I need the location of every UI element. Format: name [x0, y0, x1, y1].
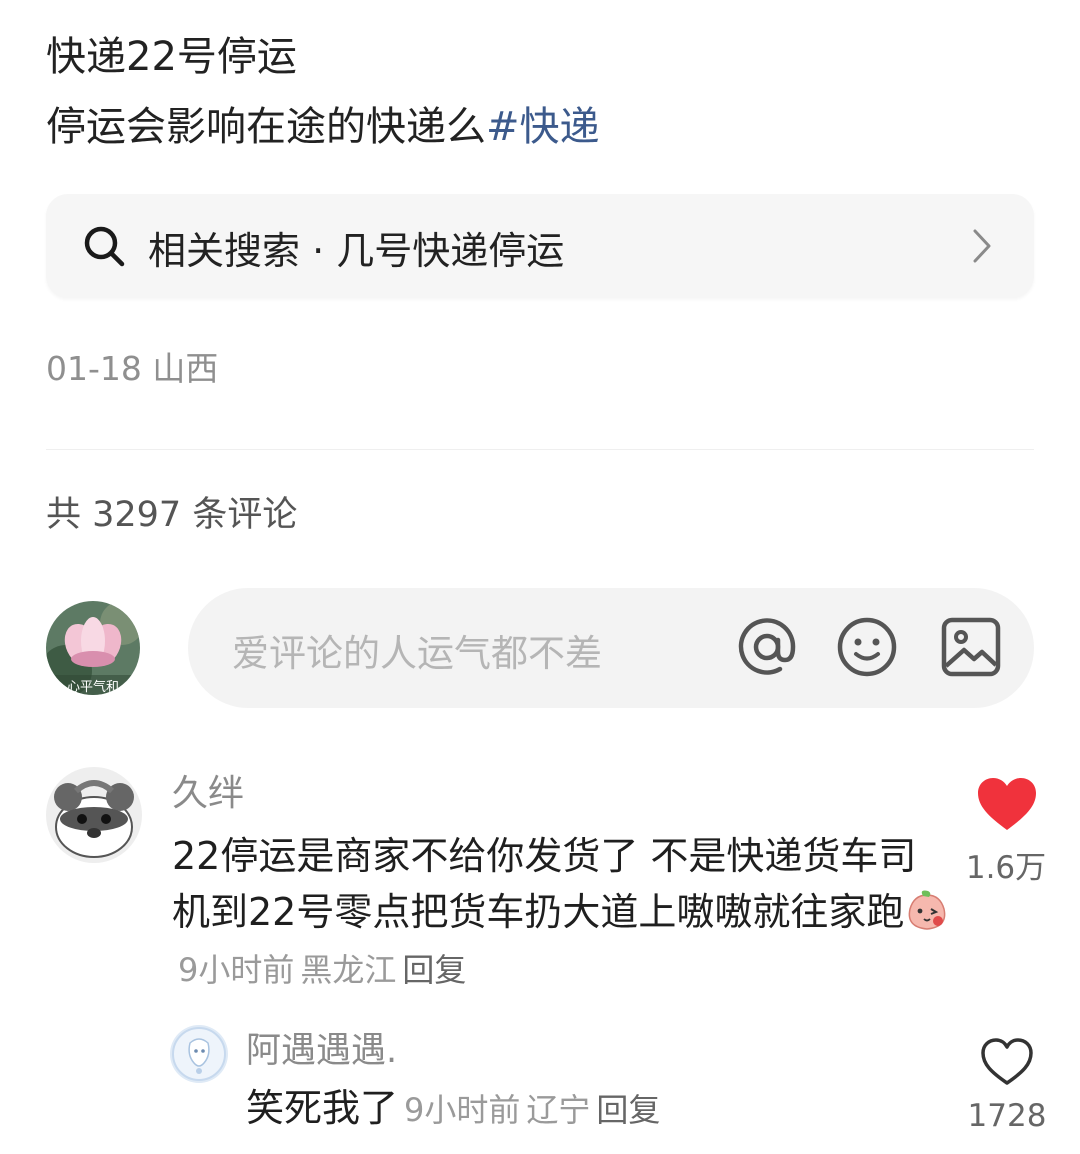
reply-location: 辽宁 — [526, 1091, 591, 1129]
like-count: 1.6万 — [965, 850, 1047, 886]
at-icon[interactable] — [736, 616, 798, 678]
reply-button[interactable]: 回复 — [596, 1091, 660, 1129]
commenter-avatar[interactable] — [46, 767, 142, 863]
comment-input-placeholder: 爱评论的人运气都不差 — [232, 632, 602, 675]
comment-count: 共 3297 条评论 — [46, 495, 298, 535]
reply-body: 笑死我了 9小时前 辽宁 回复 — [246, 1080, 660, 1138]
post-meta: 01-18 山西 — [46, 342, 218, 390]
chevron-right-icon — [973, 229, 991, 263]
my-avatar[interactable]: 心平气和 — [46, 601, 140, 695]
avatar-caption: 心平气和 — [67, 679, 119, 695]
image-icon[interactable] — [940, 616, 1002, 678]
comment-location: 黑龙江 — [300, 951, 397, 989]
post-body: 停运会影响在途的快递么#快递 — [46, 94, 600, 152]
like-count: 1728 — [967, 1098, 1047, 1134]
hashtag-link[interactable]: #快递 — [486, 104, 600, 150]
post-title: 快递22号停运 — [46, 34, 297, 80]
search-icon — [84, 226, 125, 267]
related-search-bar[interactable]: 相关搜索 · 几号快递停运 — [46, 194, 1034, 298]
replier-name[interactable]: 阿遇遇遇. — [246, 1022, 397, 1073]
comment-input[interactable]: 爱评论的人运气都不差 — [188, 588, 1034, 708]
related-search-label: 相关搜索 · 几号快递停运 — [148, 229, 565, 273]
heart-outline-icon[interactable] — [980, 1037, 1034, 1087]
replier-avatar[interactable] — [170, 1025, 228, 1083]
commenter-name[interactable]: 久绊 — [172, 764, 244, 816]
divider — [46, 449, 1034, 450]
comment-time: 9小时前 — [178, 951, 295, 989]
heart-filled-icon[interactable] — [976, 776, 1038, 832]
blushing-peach-emoji-icon — [909, 890, 946, 930]
comment-text: 22停运是商家不给你发货了 不是快递货车司机到22号零点把货车扔大道上嗷嗷就往家… — [172, 834, 917, 934]
emoji-icon[interactable] — [836, 616, 898, 678]
reply-button[interactable]: 回复 — [402, 951, 466, 989]
post-location: 山西 — [152, 349, 219, 388]
post-body-text: 停运会影响在途的快递么 — [46, 104, 486, 150]
reply-time: 9小时前 — [404, 1091, 521, 1129]
post-date: 01-18 — [46, 349, 142, 388]
reply-text: 笑死我了 — [246, 1086, 399, 1130]
comment-body: 22停运是商家不给你发货了 不是快递货车司机到22号零点把货车扔大道上嗷嗷就往家… — [172, 828, 952, 998]
